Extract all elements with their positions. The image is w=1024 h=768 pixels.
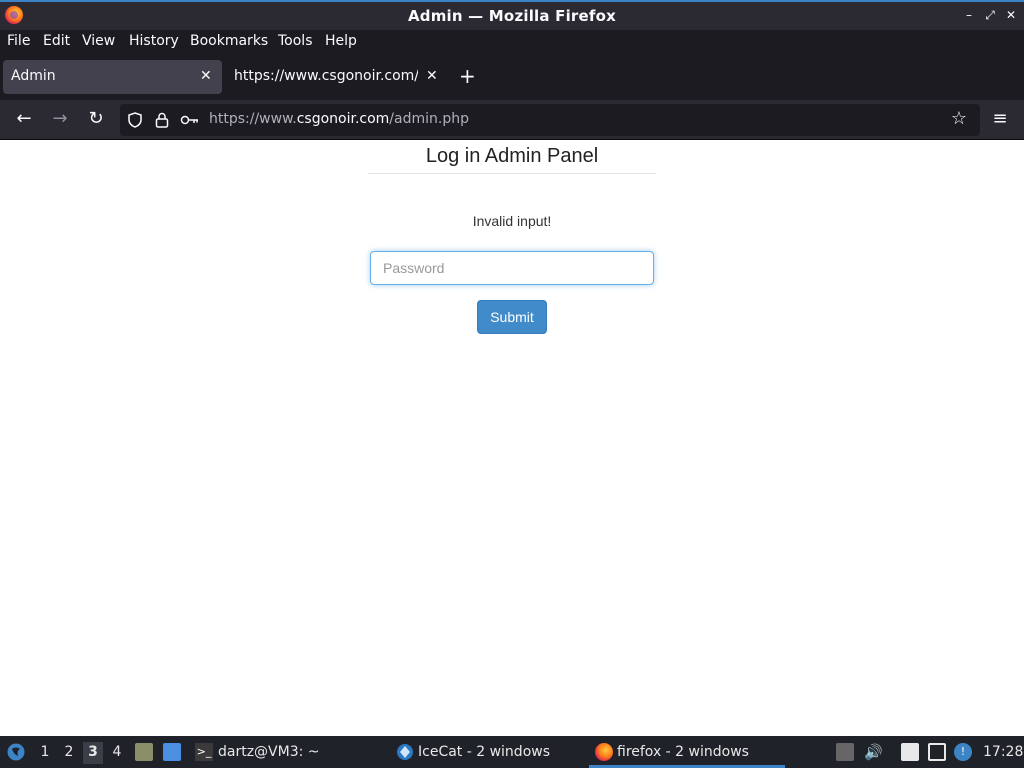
taskbar-terminal[interactable]: dartz@VM3: ~ xyxy=(218,744,320,760)
hamburger-menu-icon[interactable]: ≡ xyxy=(989,108,1011,130)
workspace-3[interactable]: 3 xyxy=(83,742,103,764)
network-icon[interactable] xyxy=(928,743,946,761)
url-path: /admin.php xyxy=(389,111,469,127)
workspace-4[interactable]: 4 xyxy=(107,742,127,764)
clipboard-icon[interactable] xyxy=(901,743,919,761)
menu-view[interactable]: View xyxy=(82,33,115,49)
url-text[interactable]: https://www.csgonoir.com/admin.php xyxy=(209,111,469,127)
error-message: Invalid input! xyxy=(472,213,552,229)
minimize-icon[interactable]: – xyxy=(962,8,976,22)
notification-icon[interactable]: ! xyxy=(954,743,972,761)
restore-icon[interactable]: ⤢ xyxy=(983,8,997,22)
icecat-icon xyxy=(397,744,413,760)
tab-csgonoir[interactable]: https://www.csgonoir.com/admin.php ✕ xyxy=(226,60,444,94)
start-menu-icon[interactable] xyxy=(6,742,26,762)
bookmark-star-icon[interactable]: ☆ xyxy=(948,108,970,130)
page-title: Log in Admin Panel xyxy=(368,145,656,174)
menu-edit[interactable]: Edit xyxy=(43,33,70,49)
clock: 17:28 xyxy=(983,744,1024,760)
terminal-icon: >_ xyxy=(195,743,213,761)
url-bar[interactable]: https://www.csgonoir.com/admin.php ☆ xyxy=(120,104,980,136)
menu-bookmarks[interactable]: Bookmarks xyxy=(190,33,268,49)
key-icon[interactable] xyxy=(180,112,200,128)
close-window-icon[interactable]: ✕ xyxy=(1004,8,1018,22)
menu-history[interactable]: History xyxy=(129,33,179,49)
upload-icon[interactable] xyxy=(836,743,854,761)
taskbar-firefox[interactable]: firefox - 2 windows xyxy=(617,744,749,760)
lock-icon[interactable] xyxy=(154,111,170,129)
navigation-toolbar: ← → ↻ https://www.csgonoir.com/admin.php… xyxy=(0,100,1024,140)
close-tab-icon[interactable]: ✕ xyxy=(426,68,438,84)
taskbar: 1 2 3 4 >_ dartz@VM3: ~ IceCat - 2 windo… xyxy=(0,736,1024,768)
menu-tools[interactable]: Tools xyxy=(278,33,313,49)
forward-arrow-icon[interactable]: → xyxy=(49,108,71,130)
tab-strip: Admin ✕ https://www.csgonoir.com/admin.p… xyxy=(0,54,1024,100)
url-prefix: https://www. xyxy=(209,111,297,127)
tab-admin[interactable]: Admin ✕ xyxy=(3,60,222,94)
volume-icon[interactable]: 🔊 xyxy=(864,743,883,761)
menu-bar: File Edit View History Bookmarks Tools H… xyxy=(0,30,1024,54)
close-tab-icon[interactable]: ✕ xyxy=(200,68,212,84)
firefox-icon xyxy=(595,743,613,761)
window-titlebar: Admin — Mozilla Firefox – ⤢ ✕ xyxy=(0,0,1024,30)
password-input[interactable] xyxy=(370,251,654,285)
menu-file[interactable]: File xyxy=(7,33,30,49)
page-content: Log in Admin Panel Invalid input! Submit xyxy=(0,141,1024,736)
new-tab-icon[interactable]: + xyxy=(459,66,476,86)
tab-label: https://www.csgonoir.com/admin.php xyxy=(234,68,418,84)
submit-button[interactable]: Submit xyxy=(477,300,547,334)
window-title: Admin — Mozilla Firefox xyxy=(407,7,617,25)
shield-icon[interactable] xyxy=(126,111,144,129)
taskbar-icecat[interactable]: IceCat - 2 windows xyxy=(418,744,550,760)
menu-help[interactable]: Help xyxy=(325,33,357,49)
desktop-icon[interactable] xyxy=(163,743,181,761)
workspace-2[interactable]: 2 xyxy=(59,742,79,764)
file-manager-icon[interactable] xyxy=(135,743,153,761)
workspace-1[interactable]: 1 xyxy=(35,742,55,764)
reload-icon[interactable]: ↻ xyxy=(85,108,107,130)
back-arrow-icon[interactable]: ← xyxy=(13,108,35,130)
url-host: csgonoir.com xyxy=(296,111,390,127)
tab-label: Admin xyxy=(11,68,56,84)
